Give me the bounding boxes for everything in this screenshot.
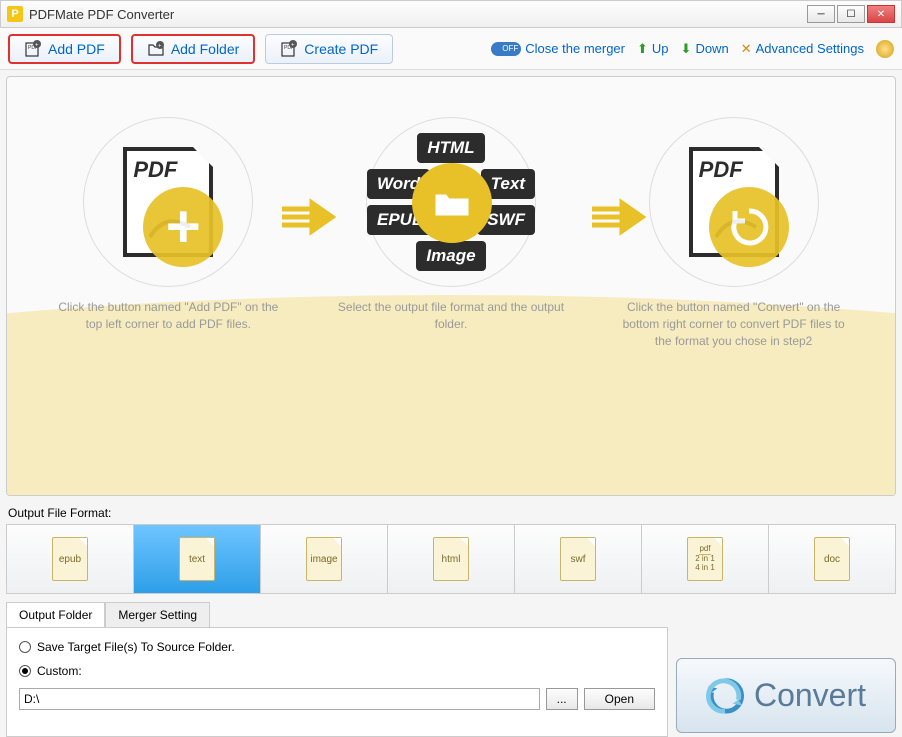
radio-save-source[interactable]: [19, 641, 31, 653]
add-pdf-button[interactable]: PDF+ Add PDF: [8, 34, 121, 64]
window-controls: ─ ☐ ✕: [807, 5, 895, 23]
maximize-button[interactable]: ☐: [837, 5, 865, 23]
output-format-label: Output File Format:: [0, 502, 902, 524]
main-preview-area: PDF + Click the button named "Add PDF" o…: [6, 76, 896, 496]
format-image[interactable]: image: [261, 525, 388, 593]
tab-output-folder[interactable]: Output Folder: [6, 602, 105, 627]
up-link[interactable]: ⬆ Up: [637, 41, 669, 57]
format-html[interactable]: html: [388, 525, 515, 593]
add-pdf-label: Add PDF: [48, 41, 105, 57]
arrow-down-icon: ⬇: [681, 41, 692, 57]
svg-text:+: +: [291, 42, 295, 48]
bottom-area: Output Folder Merger Setting Save Target…: [6, 602, 896, 737]
label-save-source: Save Target File(s) To Source Folder.: [37, 640, 235, 654]
format-pdf[interactable]: pdf 2 in 1 4 in 1: [642, 525, 769, 593]
add-pdf-icon: PDF+: [24, 40, 42, 58]
arrow-up-icon: ⬆: [637, 41, 648, 57]
window-title: PDFMate PDF Converter: [29, 7, 807, 22]
custom-path-input[interactable]: [19, 688, 540, 710]
create-pdf-label: Create PDF: [304, 41, 378, 57]
advanced-settings-link[interactable]: ✕ Advanced Settings: [741, 41, 864, 57]
minimize-button[interactable]: ─: [807, 5, 835, 23]
toolbar-right: OFF Close the merger ⬆ Up ⬇ Down ✕ Advan…: [491, 40, 894, 58]
format-doc[interactable]: doc: [769, 525, 895, 593]
step-1: PDF + Click the button named "Add PDF" o…: [43, 117, 293, 333]
format-swf[interactable]: swf: [515, 525, 642, 593]
convert-icon: [706, 677, 744, 715]
arrow-right-icon: [277, 197, 337, 237]
format-text[interactable]: text: [134, 525, 261, 593]
step-3-desc: Click the button named "Convert" on the …: [609, 299, 859, 349]
refresh-icon: [727, 205, 771, 249]
svg-text:+: +: [35, 42, 39, 48]
format-epub[interactable]: epub: [7, 525, 134, 593]
toggle-off-icon: OFF: [491, 42, 521, 56]
arrow-right-icon: [587, 197, 647, 237]
convert-label: Convert: [754, 677, 866, 714]
add-folder-button[interactable]: + Add Folder: [131, 34, 255, 64]
svg-text:+: +: [158, 43, 162, 49]
browse-button[interactable]: ...: [546, 688, 578, 710]
folder-icon: [412, 163, 492, 243]
step-2: HTML Word Text EPUB SWF Image Select the…: [326, 117, 576, 333]
pdf-convert-illustration: PDF: [689, 147, 779, 257]
steps-container: PDF + Click the button named "Add PDF" o…: [7, 77, 895, 369]
tab-body: Save Target File(s) To Source Folder. Cu…: [6, 627, 668, 737]
step-1-desc: Click the button named "Add PDF" on the …: [43, 299, 293, 333]
down-link[interactable]: ⬇ Down: [681, 41, 729, 57]
step-2-desc: Select the output file format and the ou…: [326, 299, 576, 333]
create-pdf-icon: PDF+: [280, 40, 298, 58]
close-merger-link[interactable]: OFF Close the merger: [491, 41, 625, 56]
toolbar: PDF+ Add PDF + Add Folder PDF+ Create PD…: [0, 28, 902, 70]
globe-icon[interactable]: [876, 40, 894, 58]
radio-custom[interactable]: [19, 665, 31, 677]
tab-merger-setting[interactable]: Merger Setting: [105, 602, 210, 627]
close-button[interactable]: ✕: [867, 5, 895, 23]
label-custom: Custom:: [37, 664, 82, 678]
settings-icon: ✕: [741, 41, 752, 57]
open-button[interactable]: Open: [584, 688, 655, 710]
step-3-circle: PDF: [649, 117, 819, 287]
add-folder-label: Add Folder: [171, 41, 239, 57]
tabs-panel: Output Folder Merger Setting Save Target…: [6, 602, 668, 737]
pdf-add-illustration: PDF +: [123, 147, 213, 257]
format-bar: epub text image html swf pdf 2 in 1 4 in…: [6, 524, 896, 594]
plus-icon: +: [166, 197, 201, 257]
convert-button[interactable]: Convert: [676, 658, 896, 733]
step-2-circle: HTML Word Text EPUB SWF Image: [366, 117, 536, 287]
step-1-circle: PDF +: [83, 117, 253, 287]
add-folder-icon: +: [147, 40, 165, 58]
titlebar: P PDFMate PDF Converter ─ ☐ ✕: [0, 0, 902, 28]
create-pdf-button[interactable]: PDF+ Create PDF: [265, 34, 393, 64]
app-icon: P: [7, 6, 23, 22]
